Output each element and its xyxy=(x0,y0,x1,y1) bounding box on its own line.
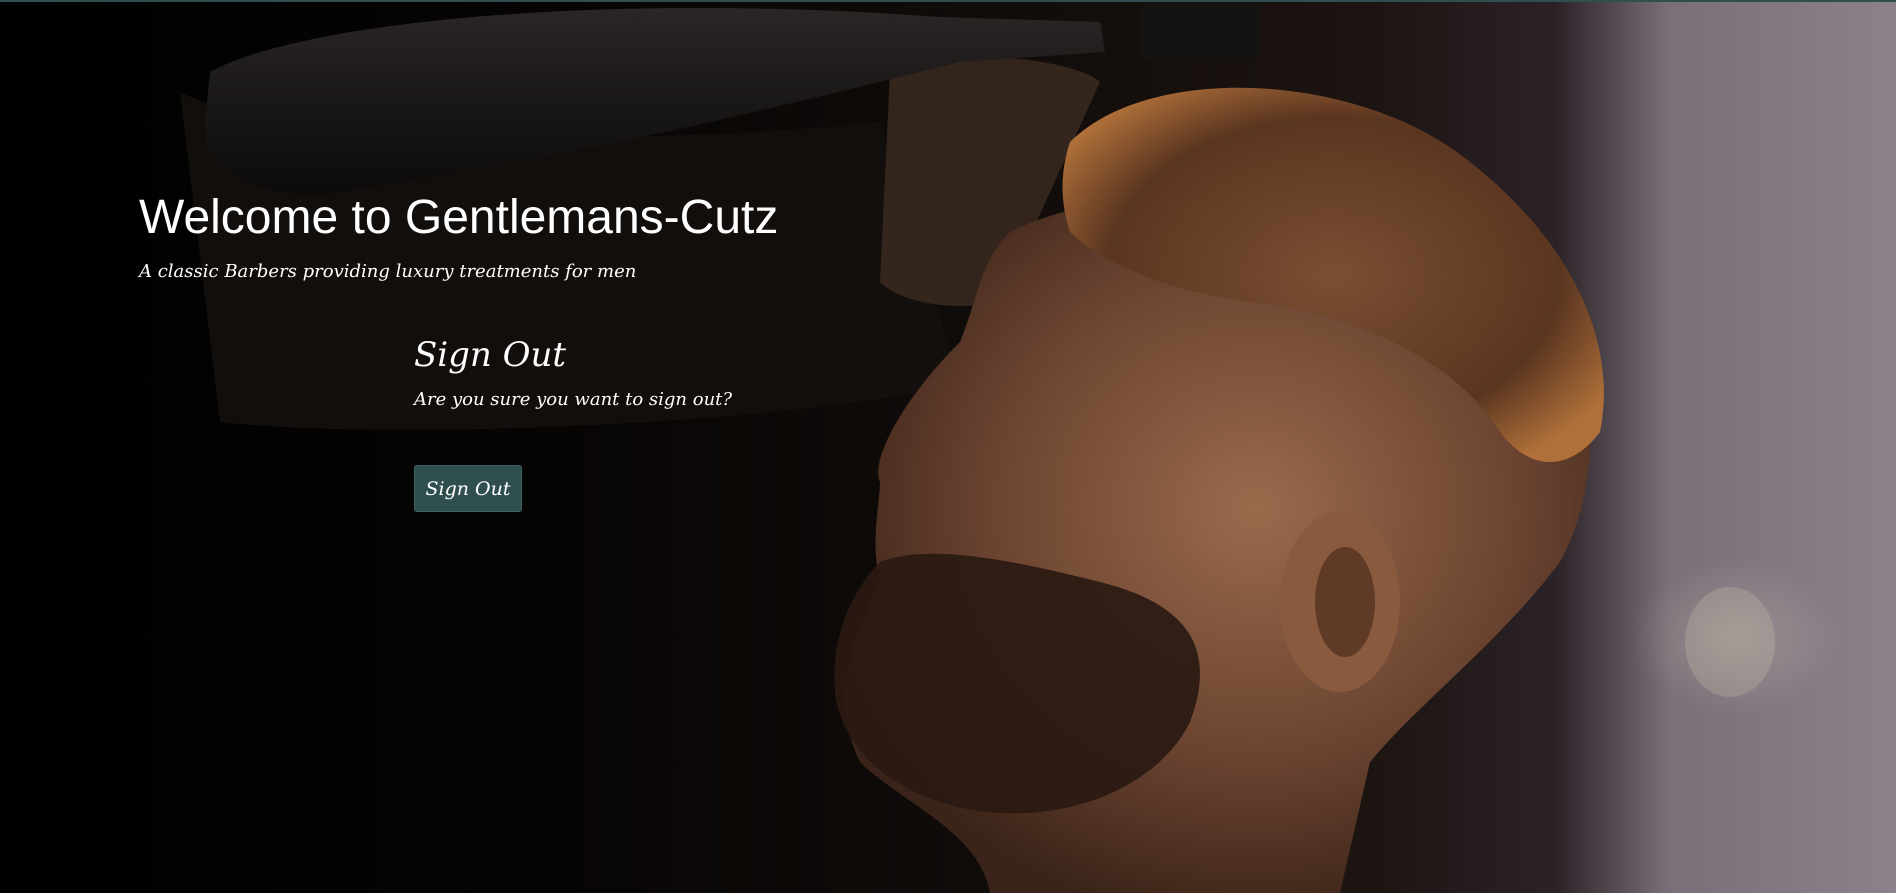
hero-section: Welcome to Gentlemans-Cutz A classic Bar… xyxy=(0,2,1896,893)
signout-question: Are you sure you want to sign out? xyxy=(414,389,733,410)
barber-background-photo xyxy=(180,2,1775,893)
welcome-title: Welcome to Gentlemans-Cutz xyxy=(139,191,779,244)
signout-panel: Sign Out Are you sure you want to sign o… xyxy=(414,334,733,512)
hero-content: Welcome to Gentlemans-Cutz A classic Bar… xyxy=(139,190,778,284)
signout-heading: Sign Out xyxy=(414,335,567,375)
hero-subtitle: A classic Barbers providing luxury treat… xyxy=(139,261,637,282)
sign-out-button[interactable]: Sign Out xyxy=(414,465,522,512)
